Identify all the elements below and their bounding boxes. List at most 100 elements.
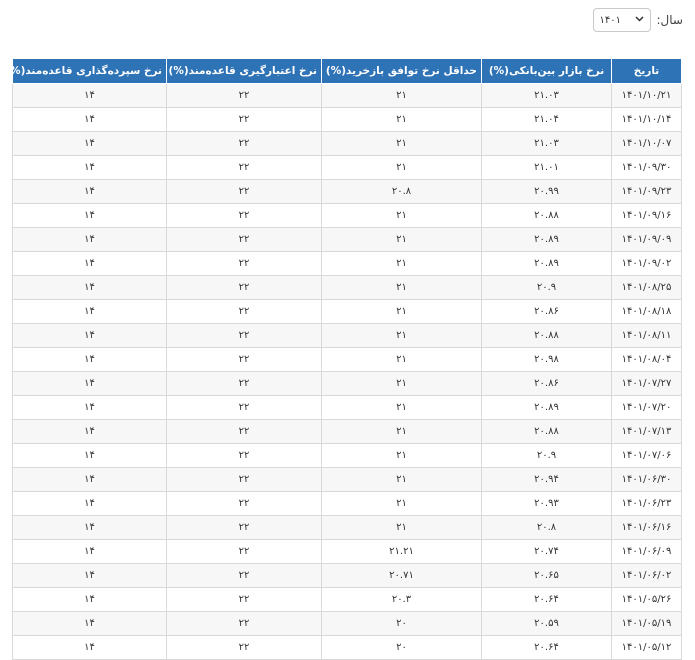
cell-min-repo-rate: ۲۰ — [321, 635, 482, 660]
cell-date: ۱۴۰۱/۰۵/۱۲ — [611, 635, 682, 660]
table-row: ۱۴۰۱/۰۹/۰۹ ۲۰.۸۹ ۲۱ ۲۲ ۱۴ — [12, 227, 682, 252]
cell-date: ۱۴۰۱/۱۰/۱۴ — [611, 107, 682, 132]
cell-deposit-facility-rate: ۱۴ — [12, 371, 167, 396]
cell-lending-facility-rate: ۲۲ — [166, 227, 322, 252]
year-filter: سال: ۱۴۰۱ — [592, 8, 683, 32]
year-select[interactable]: ۱۴۰۱ — [592, 8, 651, 32]
cell-interbank-rate: ۲۰.۸۸ — [481, 203, 612, 228]
cell-date: ۱۴۰۱/۰۹/۳۰ — [611, 155, 682, 180]
cell-deposit-facility-rate: ۱۴ — [12, 443, 167, 468]
table-row: ۱۴۰۱/۰۶/۳۰ ۲۰.۹۴ ۲۱ ۲۲ ۱۴ — [12, 467, 682, 492]
cell-min-repo-rate: ۲۱ — [321, 515, 482, 540]
cell-interbank-rate: ۲۰.۸۹ — [481, 227, 612, 252]
table-row: ۱۴۰۱/۰۵/۱۹ ۲۰.۵۹ ۲۰ ۲۲ ۱۴ — [12, 611, 682, 636]
cell-deposit-facility-rate: ۱۴ — [12, 539, 167, 564]
cell-lending-facility-rate: ۲۲ — [166, 323, 322, 348]
header-min-repo-rate: حداقل نرخ توافق بازخرید(%) — [321, 58, 482, 84]
cell-lending-facility-rate: ۲۲ — [166, 515, 322, 540]
cell-min-repo-rate: ۲۱ — [321, 323, 482, 348]
table-row: ۱۴۰۱/۰۹/۳۰ ۲۱.۰۱ ۲۱ ۲۲ ۱۴ — [12, 155, 682, 180]
table-row: ۱۴۰۱/۰۹/۱۶ ۲۰.۸۸ ۲۱ ۲۲ ۱۴ — [12, 203, 682, 228]
cell-lending-facility-rate: ۲۲ — [166, 635, 322, 660]
cell-lending-facility-rate: ۲۲ — [166, 347, 322, 372]
rates-table-container: تاریخ نرخ بازار بین‌بانکی(%) حداقل نرخ ت… — [12, 58, 682, 660]
cell-min-repo-rate: ۲۱ — [321, 395, 482, 420]
cell-lending-facility-rate: ۲۲ — [166, 563, 322, 588]
table-row: ۱۴۰۱/۰۸/۲۵ ۲۰.۹ ۲۱ ۲۲ ۱۴ — [12, 275, 682, 300]
cell-min-repo-rate: ۲۱ — [321, 371, 482, 396]
cell-lending-facility-rate: ۲۲ — [166, 203, 322, 228]
cell-lending-facility-rate: ۲۲ — [166, 539, 322, 564]
table-row: ۱۴۰۱/۰۵/۱۲ ۲۰.۶۴ ۲۰ ۲۲ ۱۴ — [12, 635, 682, 660]
cell-interbank-rate: ۲۱.۰۱ — [481, 155, 612, 180]
header-deposit-facility-rate: نرخ سپرده‌گذاری قاعده‌مند(%) — [12, 58, 167, 84]
cell-interbank-rate: ۲۰.۸ — [481, 515, 612, 540]
cell-deposit-facility-rate: ۱۴ — [12, 155, 167, 180]
table-header-row: تاریخ نرخ بازار بین‌بانکی(%) حداقل نرخ ت… — [12, 58, 682, 84]
cell-deposit-facility-rate: ۱۴ — [12, 299, 167, 324]
cell-deposit-facility-rate: ۱۴ — [12, 635, 167, 660]
cell-interbank-rate: ۲۰.۸۸ — [481, 419, 612, 444]
cell-deposit-facility-rate: ۱۴ — [12, 491, 167, 516]
cell-interbank-rate: ۲۱.۰۳ — [481, 83, 612, 108]
table-body: ۱۴۰۱/۱۰/۲۱ ۲۱.۰۳ ۲۱ ۲۲ ۱۴ ۱۴۰۱/۱۰/۱۴ ۲۱.۰۴ ۲۱ ۲۲… — [12, 83, 682, 660]
table-row: ۱۴۰۱/۰۶/۰۹ ۲۰.۷۴ ۲۱.۲۱ ۲۲ ۱۴ — [12, 539, 682, 564]
cell-deposit-facility-rate: ۱۴ — [12, 467, 167, 492]
table-row: ۱۴۰۱/۰۸/۰۴ ۲۰.۹۸ ۲۱ ۲۲ ۱۴ — [12, 347, 682, 372]
cell-deposit-facility-rate: ۱۴ — [12, 611, 167, 636]
cell-deposit-facility-rate: ۱۴ — [12, 107, 167, 132]
cell-interbank-rate: ۲۰.۹۸ — [481, 347, 612, 372]
year-select-value: ۱۴۰۱ — [599, 14, 621, 26]
cell-lending-facility-rate: ۲۲ — [166, 131, 322, 156]
table-row: ۱۴۰۱/۱۰/۲۱ ۲۱.۰۳ ۲۱ ۲۲ ۱۴ — [12, 83, 682, 108]
table-row: ۱۴۰۱/۱۰/۰۷ ۲۱.۰۳ ۲۱ ۲۲ ۱۴ — [12, 131, 682, 156]
cell-interbank-rate: ۲۰.۶۴ — [481, 587, 612, 612]
cell-deposit-facility-rate: ۱۴ — [12, 203, 167, 228]
cell-interbank-rate: ۲۰.۹۹ — [481, 179, 612, 204]
cell-min-repo-rate: ۲۱ — [321, 83, 482, 108]
cell-min-repo-rate: ۲۱ — [321, 131, 482, 156]
table-row: ۱۴۰۱/۰۹/۲۳ ۲۰.۹۹ ۲۰.۸ ۲۲ ۱۴ — [12, 179, 682, 204]
cell-interbank-rate: ۲۱.۰۴ — [481, 107, 612, 132]
cell-min-repo-rate: ۲۱ — [321, 203, 482, 228]
cell-deposit-facility-rate: ۱۴ — [12, 251, 167, 276]
cell-interbank-rate: ۲۰.۸۹ — [481, 251, 612, 276]
cell-interbank-rate: ۲۰.۹ — [481, 275, 612, 300]
cell-lending-facility-rate: ۲۲ — [166, 587, 322, 612]
cell-min-repo-rate: ۲۱ — [321, 251, 482, 276]
cell-lending-facility-rate: ۲۲ — [166, 83, 322, 108]
cell-deposit-facility-rate: ۱۴ — [12, 323, 167, 348]
cell-deposit-facility-rate: ۱۴ — [12, 419, 167, 444]
cell-lending-facility-rate: ۲۲ — [166, 395, 322, 420]
cell-min-repo-rate: ۲۱ — [321, 491, 482, 516]
cell-date: ۱۴۰۱/۰۶/۰۲ — [611, 563, 682, 588]
cell-date: ۱۴۰۱/۰۶/۳۰ — [611, 467, 682, 492]
cell-deposit-facility-rate: ۱۴ — [12, 515, 167, 540]
cell-date: ۱۴۰۱/۰۷/۲۷ — [611, 371, 682, 396]
table-row: ۱۴۰۱/۰۹/۰۲ ۲۰.۸۹ ۲۱ ۲۲ ۱۴ — [12, 251, 682, 276]
cell-deposit-facility-rate: ۱۴ — [12, 227, 167, 252]
table-row: ۱۴۰۱/۰۵/۲۶ ۲۰.۶۴ ۲۰.۳ ۲۲ ۱۴ — [12, 587, 682, 612]
cell-lending-facility-rate: ۲۲ — [166, 371, 322, 396]
cell-date: ۱۴۰۱/۰۹/۰۹ — [611, 227, 682, 252]
cell-lending-facility-rate: ۲۲ — [166, 611, 322, 636]
cell-lending-facility-rate: ۲۲ — [166, 491, 322, 516]
cell-min-repo-rate: ۲۱ — [321, 155, 482, 180]
cell-min-repo-rate: ۲۱ — [321, 275, 482, 300]
cell-date: ۱۴۰۱/۰۹/۰۲ — [611, 251, 682, 276]
cell-lending-facility-rate: ۲۲ — [166, 155, 322, 180]
cell-interbank-rate: ۲۰.۷۴ — [481, 539, 612, 564]
year-filter-label: سال: — [656, 13, 683, 27]
cell-interbank-rate: ۲۰.۸۶ — [481, 299, 612, 324]
cell-date: ۱۴۰۱/۰۹/۱۶ — [611, 203, 682, 228]
cell-date: ۱۴۰۱/۰۷/۱۳ — [611, 419, 682, 444]
cell-min-repo-rate: ۲۱ — [321, 347, 482, 372]
cell-date: ۱۴۰۱/۰۶/۲۳ — [611, 491, 682, 516]
cell-date: ۱۴۰۱/۱۰/۰۷ — [611, 131, 682, 156]
table-row: ۱۴۰۱/۰۸/۱۸ ۲۰.۸۶ ۲۱ ۲۲ ۱۴ — [12, 299, 682, 324]
cell-interbank-rate: ۲۰.۸۹ — [481, 395, 612, 420]
table-row: ۱۴۰۱/۰۶/۲۳ ۲۰.۹۳ ۲۱ ۲۲ ۱۴ — [12, 491, 682, 516]
table-row: ۱۴۰۱/۰۷/۱۳ ۲۰.۸۸ ۲۱ ۲۲ ۱۴ — [12, 419, 682, 444]
cell-interbank-rate: ۲۰.۹ — [481, 443, 612, 468]
cell-lending-facility-rate: ۲۲ — [166, 275, 322, 300]
